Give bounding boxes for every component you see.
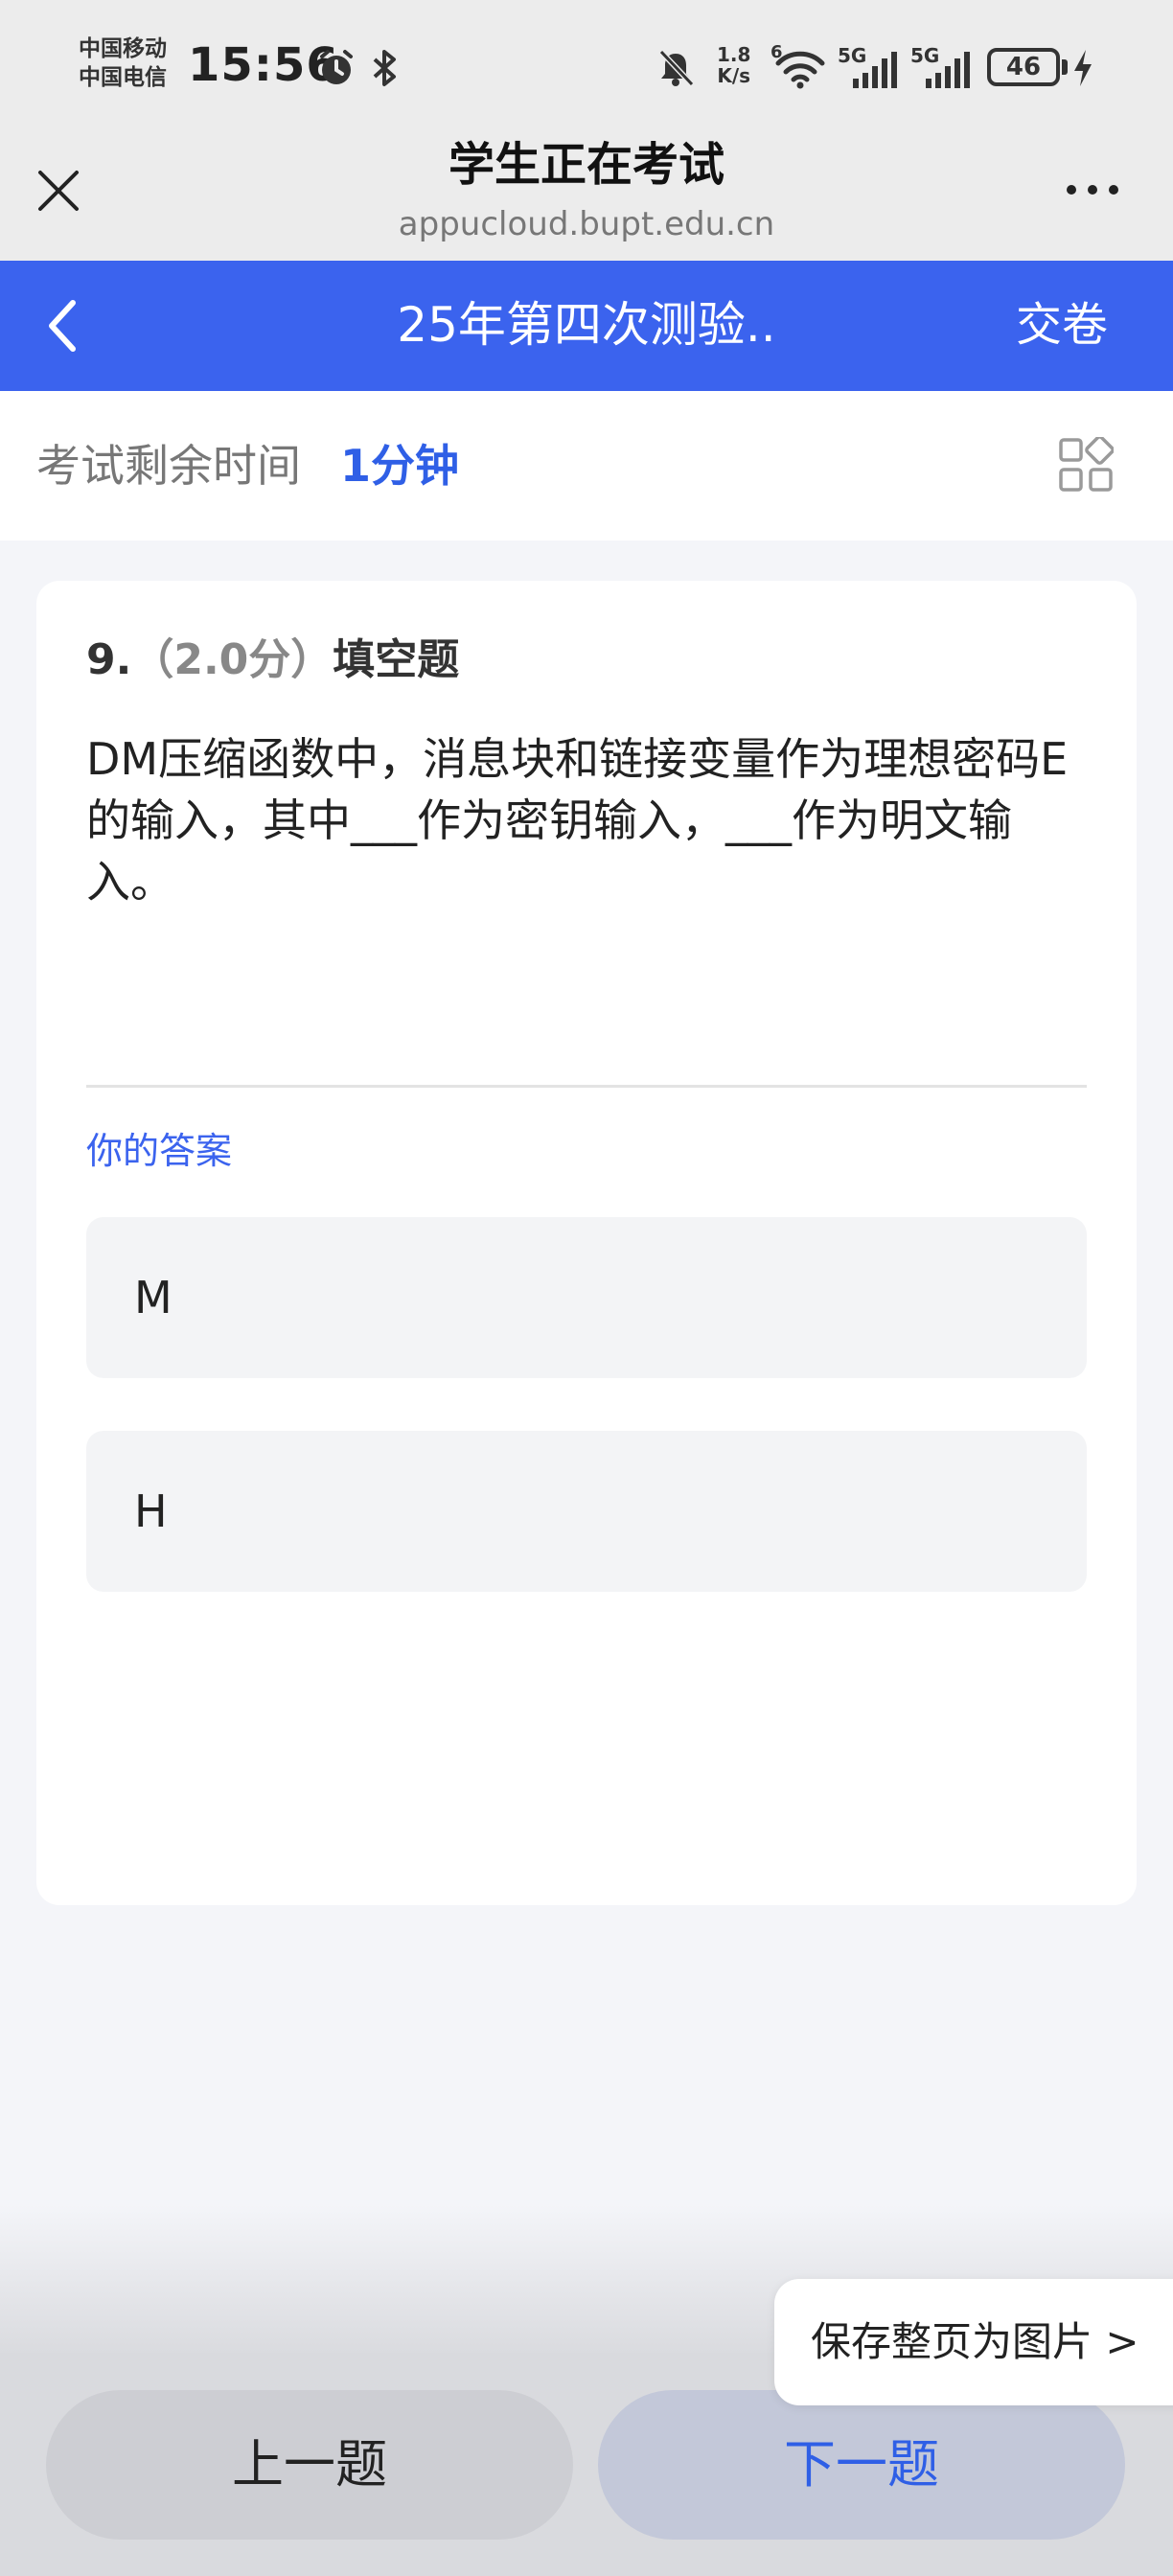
- timer-label: 考试剩余时间: [36, 440, 301, 492]
- question-score: （2.0分）: [131, 635, 334, 684]
- charging-icon: [1074, 50, 1092, 86]
- net-speed-value: 1.8: [717, 43, 751, 66]
- timer-value: 1分钟: [340, 440, 460, 492]
- signal-icon-2: [926, 52, 970, 88]
- browser-title: 学生正在考试: [448, 138, 724, 192]
- answer-value-2: H: [134, 1485, 168, 1537]
- bluetooth-icon: [373, 50, 396, 86]
- carrier-1: 中国移动: [79, 36, 167, 61]
- answer-value-1: M: [134, 1272, 172, 1323]
- carrier-info: 中国移动 中国电信: [79, 34, 167, 92]
- battery-indicator: 46: [987, 48, 1060, 86]
- save-page-as-image-button[interactable]: 保存整页为图片 >: [774, 2279, 1173, 2405]
- signal-icon: [853, 52, 897, 88]
- exam-title: 25年第四次测验..: [397, 297, 776, 353]
- question-header: 9.（2.0分）填空题: [86, 631, 459, 690]
- alarm-icon: [320, 50, 353, 84]
- grid-icon[interactable]: [1058, 437, 1114, 493]
- divider: [86, 1085, 1087, 1088]
- question-number: 9.: [86, 635, 132, 684]
- browser-url: appucloud.bupt.edu.cn: [398, 205, 775, 243]
- question-text: DM压缩函数中，消息块和链接变量作为理想密码E的输入，其中___作为密钥输入，_…: [86, 733, 1069, 908]
- question-type: 填空题: [333, 635, 460, 684]
- wifi-label: 6: [770, 42, 783, 62]
- your-answer-label: 你的答案: [86, 1130, 233, 1172]
- more-icon[interactable]: [1064, 182, 1121, 197]
- chevron-left-icon[interactable]: [44, 299, 82, 353]
- answer-field-1[interactable]: M: [86, 1217, 1087, 1378]
- net-speed-unit: K/s: [717, 64, 751, 87]
- mute-bell-icon: [658, 49, 695, 87]
- battery-cap: [1062, 59, 1068, 75]
- prev-question-button[interactable]: 上一题: [46, 2390, 573, 2540]
- answer-field-2[interactable]: H: [86, 1431, 1087, 1592]
- submit-exam-button[interactable]: 交卷: [1016, 291, 1108, 358]
- carrier-2: 中国电信: [79, 65, 167, 90]
- next-question-button[interactable]: 下一题: [598, 2390, 1125, 2540]
- net-speed: 1.8 K/s: [717, 44, 750, 86]
